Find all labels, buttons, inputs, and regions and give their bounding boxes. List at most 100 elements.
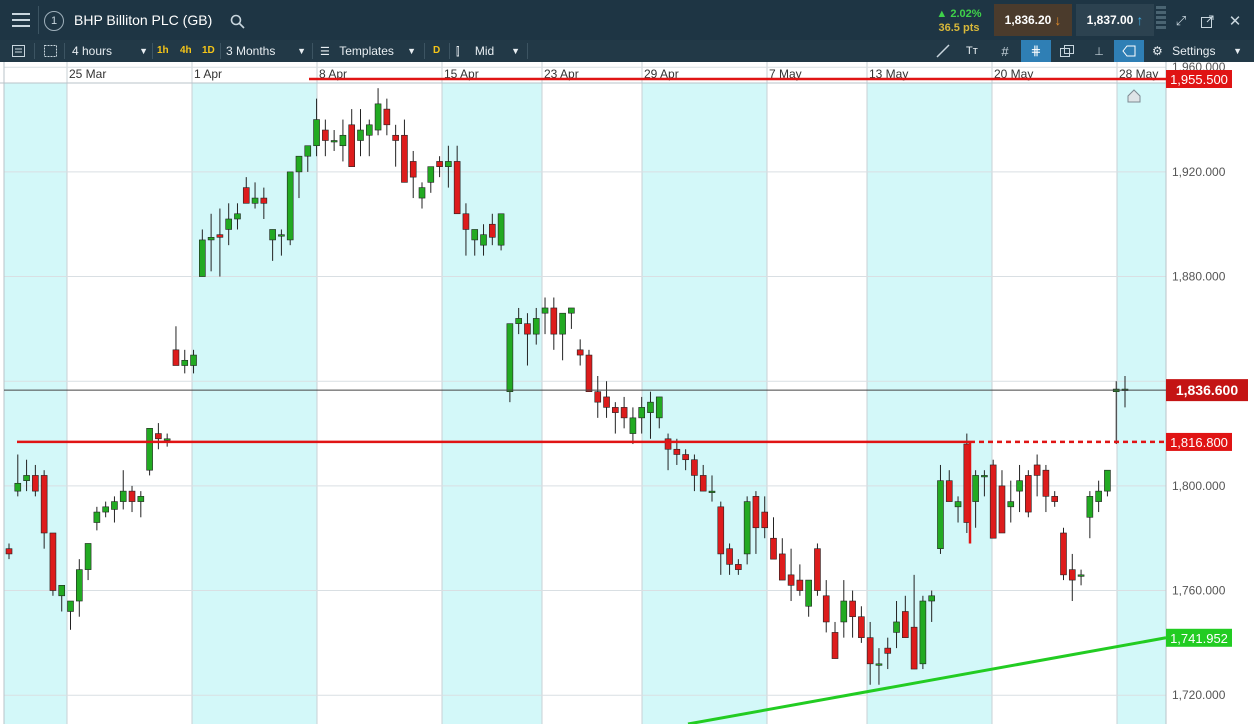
candle[interactable] (119, 470, 127, 510)
candle[interactable] (796, 564, 804, 596)
candle[interactable] (585, 349, 593, 392)
candle[interactable] (392, 124, 399, 167)
overlay-icon[interactable] (1058, 43, 1076, 59)
candle[interactable] (629, 407, 637, 445)
candle[interactable] (348, 109, 356, 167)
candle[interactable] (989, 459, 997, 539)
candle[interactable] (814, 543, 821, 596)
close-icon[interactable]: ✕ (1225, 11, 1245, 31)
d-badge[interactable]: D (433, 40, 440, 62)
candle[interactable] (181, 349, 189, 374)
price-type-select[interactable]: ⫿ Mid ▼ (456, 40, 520, 62)
candle[interactable] (919, 595, 927, 670)
candle[interactable] (743, 496, 751, 565)
candle[interactable] (778, 538, 786, 581)
indicator-icon[interactable]: ⊥ (1090, 43, 1108, 59)
candle[interactable] (831, 621, 839, 659)
candle[interactable] (75, 559, 83, 617)
instance-badge[interactable]: 1 (44, 11, 64, 31)
candle[interactable] (409, 150, 417, 199)
candle[interactable] (84, 543, 92, 581)
buy-button[interactable]: 1,837.00 ↑ (1076, 4, 1154, 36)
candle[interactable] (128, 485, 136, 513)
candle[interactable] (770, 517, 777, 560)
candle[interactable] (822, 580, 830, 633)
candle[interactable] (497, 213, 505, 251)
candle[interactable] (383, 98, 391, 136)
support-price-tag[interactable]: 1,816.800 (1166, 432, 1232, 451)
candle[interactable] (1068, 553, 1076, 602)
candle[interactable] (1025, 470, 1032, 518)
candle[interactable] (111, 496, 118, 523)
candle[interactable] (787, 548, 795, 602)
candle[interactable] (1077, 569, 1085, 586)
candle[interactable] (998, 470, 1006, 534)
expand-icon[interactable]: ⤢ (1172, 12, 1190, 30)
candle[interactable] (357, 109, 364, 157)
candle[interactable] (286, 171, 294, 246)
candle[interactable] (550, 297, 558, 350)
quick-1h-button[interactable]: 1h (157, 40, 169, 62)
candle[interactable] (155, 423, 162, 450)
candle[interactable] (620, 396, 628, 429)
candle[interactable] (365, 119, 373, 157)
candle[interactable] (172, 326, 180, 366)
candle[interactable] (612, 402, 619, 434)
range-select[interactable]: 3 Months ▼ (226, 40, 306, 62)
candle[interactable] (427, 166, 435, 193)
candle[interactable] (49, 532, 57, 596)
price-chart[interactable]: 25 Mar 1 Apr 8 Apr 15 Apr 23 Apr 29 Apr 7 May 1… (0, 62, 1254, 724)
candle[interactable] (1033, 454, 1041, 497)
list-icon[interactable] (10, 43, 26, 59)
candle[interactable] (374, 88, 382, 136)
trend-price-tag[interactable]: 1,741.952 (1166, 628, 1232, 647)
crosshair-icon[interactable]: ⋕ (1021, 40, 1051, 62)
candle[interactable] (594, 375, 602, 418)
draw-line-icon[interactable] (934, 43, 952, 59)
candle[interactable] (576, 339, 584, 366)
candle[interactable] (1104, 469, 1111, 497)
candle[interactable] (137, 491, 145, 518)
current-price-tag[interactable]: 1,836.600 (1166, 379, 1248, 402)
templates-select[interactable]: ☰ Templates ▼ (320, 40, 416, 62)
candle[interactable] (418, 182, 426, 209)
candle[interactable] (163, 433, 171, 447)
interval-select[interactable]: 4 hours ▼ (72, 40, 148, 62)
quick-4h-button[interactable]: 4h (180, 40, 192, 62)
settings-button[interactable]: ⚙ Settings ▼ (1152, 40, 1244, 62)
candle[interactable] (1086, 491, 1094, 539)
candle[interactable] (1016, 464, 1023, 513)
candle[interactable] (1060, 527, 1067, 581)
resistance-price-tag[interactable]: 1,955.500 (1166, 70, 1232, 89)
candle[interactable] (102, 501, 109, 518)
candle[interactable] (840, 580, 848, 638)
candle[interactable] (1042, 464, 1050, 513)
candle[interactable] (541, 297, 549, 335)
tag-icon[interactable] (1114, 40, 1144, 62)
candle[interactable] (339, 119, 347, 162)
candle[interactable] (1095, 480, 1102, 513)
candle[interactable] (603, 381, 610, 418)
candle[interactable] (1051, 491, 1059, 507)
candle[interactable] (330, 130, 338, 151)
candle[interactable] (559, 312, 566, 361)
candle[interactable] (805, 579, 812, 617)
text-tool-button[interactable]: Tт (966, 40, 978, 62)
instrument-title[interactable]: BHP Billiton PLC (GB) (74, 10, 212, 30)
candle[interactable] (322, 119, 329, 157)
layout-icon[interactable] (42, 43, 58, 59)
candle[interactable] (858, 606, 865, 643)
search-icon[interactable] (228, 12, 246, 30)
candle[interactable] (93, 506, 101, 531)
sell-button[interactable]: 1,836.20 ↓ (994, 4, 1072, 36)
candle[interactable] (1007, 480, 1015, 523)
candle[interactable] (401, 119, 408, 183)
candle[interactable] (568, 307, 575, 329)
popout-icon[interactable] (1198, 12, 1216, 30)
candle[interactable] (146, 428, 153, 476)
grid-icon[interactable]: # (996, 43, 1014, 59)
quick-1d-button[interactable]: 1D (202, 40, 215, 62)
candle[interactable] (67, 600, 74, 630)
candle[interactable] (849, 590, 856, 638)
hamburger-icon[interactable] (8, 10, 34, 30)
